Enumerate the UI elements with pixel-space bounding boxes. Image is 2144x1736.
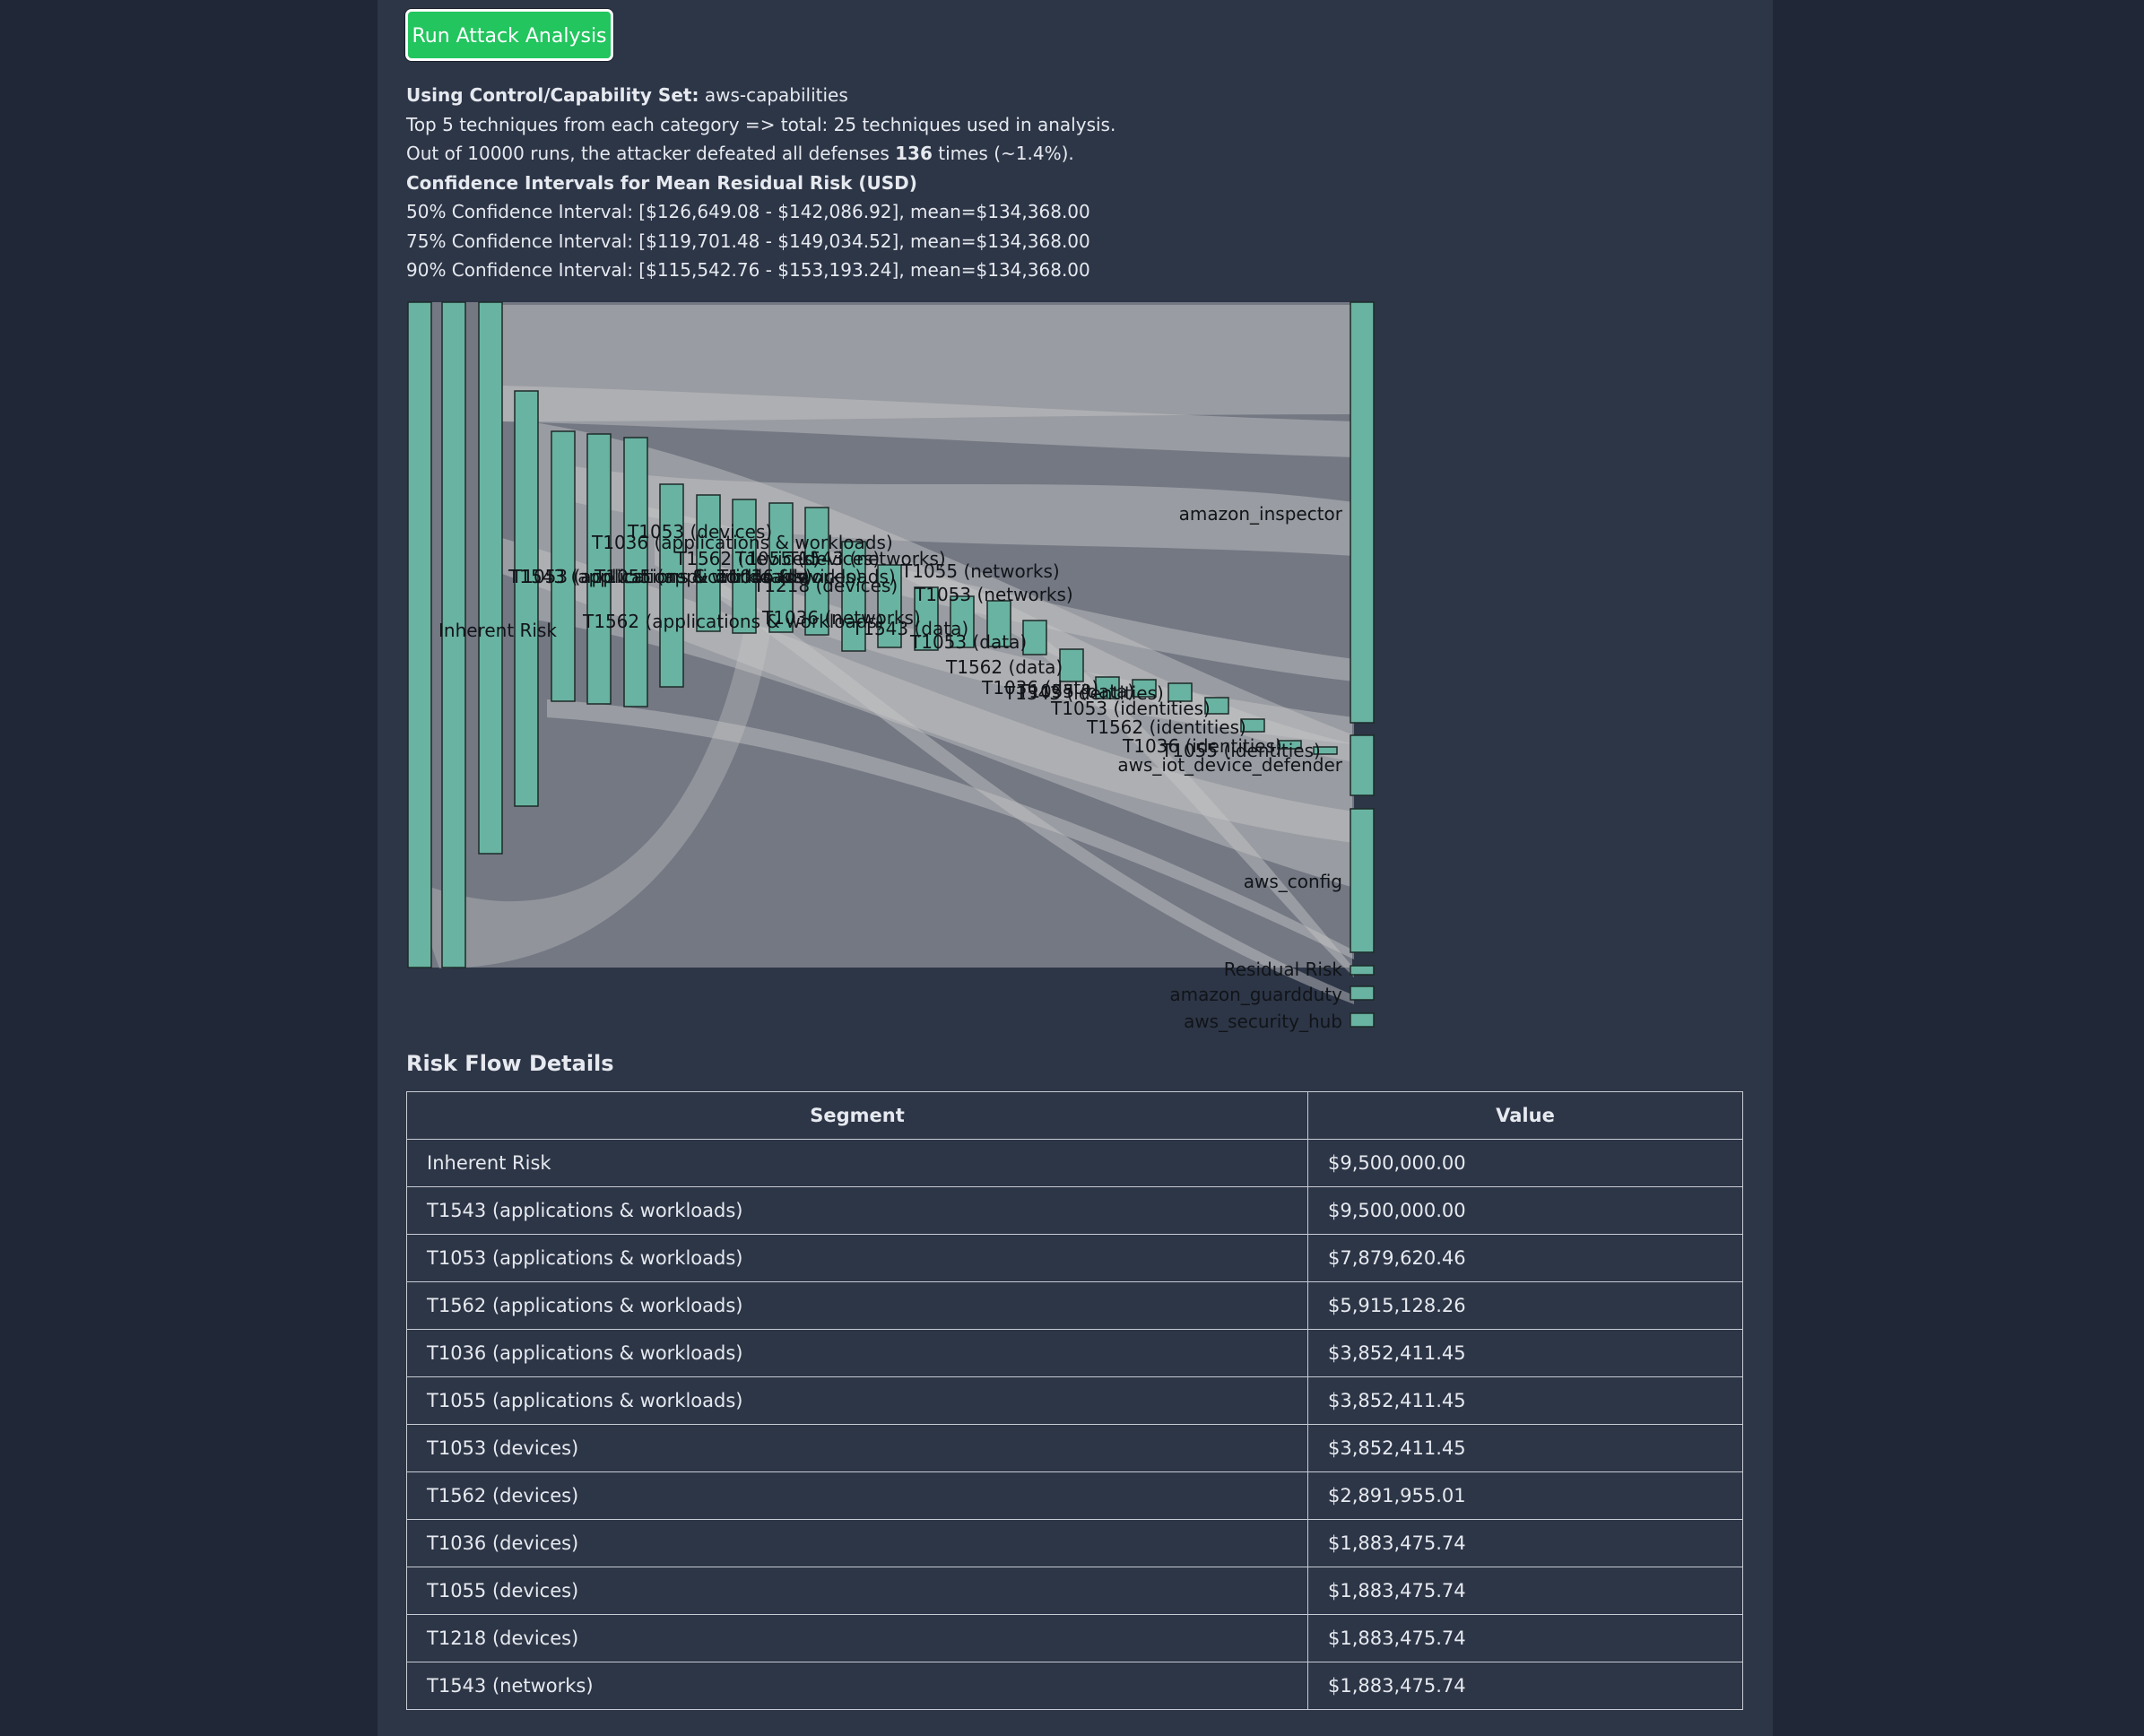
table-row: Inherent Risk $9,500,000.00 [406, 1139, 1743, 1187]
segment-cell: T1218 (devices) [406, 1614, 1308, 1662]
segment-cell: T1543 (networks) [406, 1662, 1308, 1710]
sankey-node-label: T1053 (networks) [914, 584, 1073, 605]
sankey-node-label: amazon_inspector [1179, 503, 1343, 525]
segment-column-header: Segment [406, 1091, 1308, 1140]
sankey-node [407, 301, 432, 968]
segment-cell: T1055 (applications & workloads) [406, 1376, 1308, 1425]
sankey-node [1350, 808, 1375, 953]
value-cell: $2,891,955.01 [1307, 1471, 1743, 1520]
segment-cell: Inherent Risk [406, 1139, 1308, 1187]
segment-cell: T1055 (devices) [406, 1567, 1308, 1615]
segment-cell: T1053 (applications & workloads) [406, 1234, 1308, 1282]
table-row: T1218 (devices) $1,883,475.74 [406, 1614, 1743, 1662]
table-row: T1543 (networks) $1,883,475.74 [406, 1662, 1743, 1710]
value-cell: $3,852,411.45 [1307, 1376, 1743, 1425]
table-row: T1055 (applications & workloads) $3,852,4… [406, 1376, 1743, 1425]
value-cell: $9,500,000.00 [1307, 1139, 1743, 1187]
table-row: T1562 (applications & workloads) $5,915,1… [406, 1281, 1743, 1330]
sankey-node [1350, 734, 1375, 796]
segment-cell: T1036 (devices) [406, 1519, 1308, 1567]
sankey-node-label: T1055 (networks) [900, 560, 1060, 582]
sankey-node-label: T1218 (devices) [752, 575, 898, 596]
sankey-node-label: T1053 (devices) [627, 521, 772, 542]
sankey-node [1350, 965, 1375, 976]
value-cell: $3,852,411.45 [1307, 1329, 1743, 1377]
sankey-node-label: aws_security_hub [1184, 1011, 1342, 1032]
analysis-summary: Using Control/Capability Set: aws-capabi… [406, 81, 1751, 285]
ci-line-90: 90% Confidence Interval: [$115,542.76 - … [406, 259, 1090, 281]
value-cell: $9,500,000.00 [1307, 1186, 1743, 1235]
sankey-node [1350, 301, 1375, 724]
sankey-node-label: T1562 (data) [945, 656, 1063, 678]
sankey-node [478, 301, 503, 855]
segment-cell: T1543 (applications & workloads) [406, 1186, 1308, 1235]
segment-cell: T1562 (devices) [406, 1471, 1308, 1520]
control-set-value: aws-capabilities [704, 84, 848, 106]
ci-line-75: 75% Confidence Interval: [$119,701.48 - … [406, 230, 1090, 252]
techniques-line: Top 5 techniques from each category => t… [406, 113, 1116, 135]
runs-prefix: Out of 10000 runs, the attacker defeated… [406, 143, 890, 164]
sankey-node [1350, 985, 1375, 1001]
table-row: T1036 (devices) $1,883,475.74 [406, 1519, 1743, 1567]
ci-line-50: 50% Confidence Interval: [$126,649.08 - … [406, 201, 1090, 222]
control-set-label: Using Control/Capability Set: [406, 84, 699, 106]
value-cell: $1,883,475.74 [1307, 1567, 1743, 1615]
sankey-node-label: aws_iot_device_defender [1117, 754, 1342, 776]
runs-line: Out of 10000 runs, the attacker defeated… [406, 139, 1751, 169]
table-row: T1036 (applications & workloads) $3,852,4… [406, 1329, 1743, 1377]
table-row: T1053 (applications & workloads) $7,879,6… [406, 1234, 1743, 1282]
table-row: T1562 (devices) $2,891,955.01 [406, 1471, 1743, 1520]
table-header-row: Segment Value [406, 1091, 1743, 1140]
sankey-node-label: Residual Risk [1224, 959, 1343, 980]
risk-flow-details-title: Risk Flow Details [406, 1051, 614, 1076]
run-attack-analysis-button[interactable]: Run Attack Analysis [405, 9, 613, 61]
sankey-node-label: aws_config [1244, 871, 1342, 892]
ci-heading: Confidence Intervals for Mean Residual R… [406, 171, 917, 194]
runs-suffix: times (~1.4%). [938, 143, 1074, 164]
risk-flow-sankey-chart: Inherent RiskT1543 (applications & workl… [407, 301, 1375, 1032]
value-cell: $5,915,128.26 [1307, 1281, 1743, 1330]
runs-count: 136 [895, 143, 933, 164]
value-cell: $7,879,620.46 [1307, 1234, 1743, 1282]
sankey-node-label: T1053 (data) [909, 631, 1027, 653]
value-cell: $1,883,475.74 [1307, 1662, 1743, 1710]
segment-cell: T1036 (applications & workloads) [406, 1329, 1308, 1377]
control-set-line: Using Control/Capability Set: aws-capabi… [406, 81, 1751, 110]
sankey-node-label: amazon_guardduty [1169, 984, 1342, 1005]
table-row: T1543 (applications & workloads) $9,500,0… [406, 1186, 1743, 1235]
value-cell: $1,883,475.74 [1307, 1614, 1743, 1662]
risk-flow-details-table: Segment Value Inherent Risk $9,500,000.00… [406, 1091, 1743, 1710]
value-cell: $3,852,411.45 [1307, 1424, 1743, 1472]
value-column-header: Value [1307, 1091, 1743, 1140]
sankey-node-label: Inherent Risk [438, 620, 557, 641]
sankey-node [1350, 1012, 1375, 1028]
table-row: T1055 (devices) $1,883,475.74 [406, 1567, 1743, 1615]
table-row: T1053 (devices) $3,852,411.45 [406, 1424, 1743, 1472]
segment-cell: T1053 (devices) [406, 1424, 1308, 1472]
value-cell: $1,883,475.74 [1307, 1519, 1743, 1567]
sankey-node [514, 390, 539, 807]
segment-cell: T1562 (applications & workloads) [406, 1281, 1308, 1330]
